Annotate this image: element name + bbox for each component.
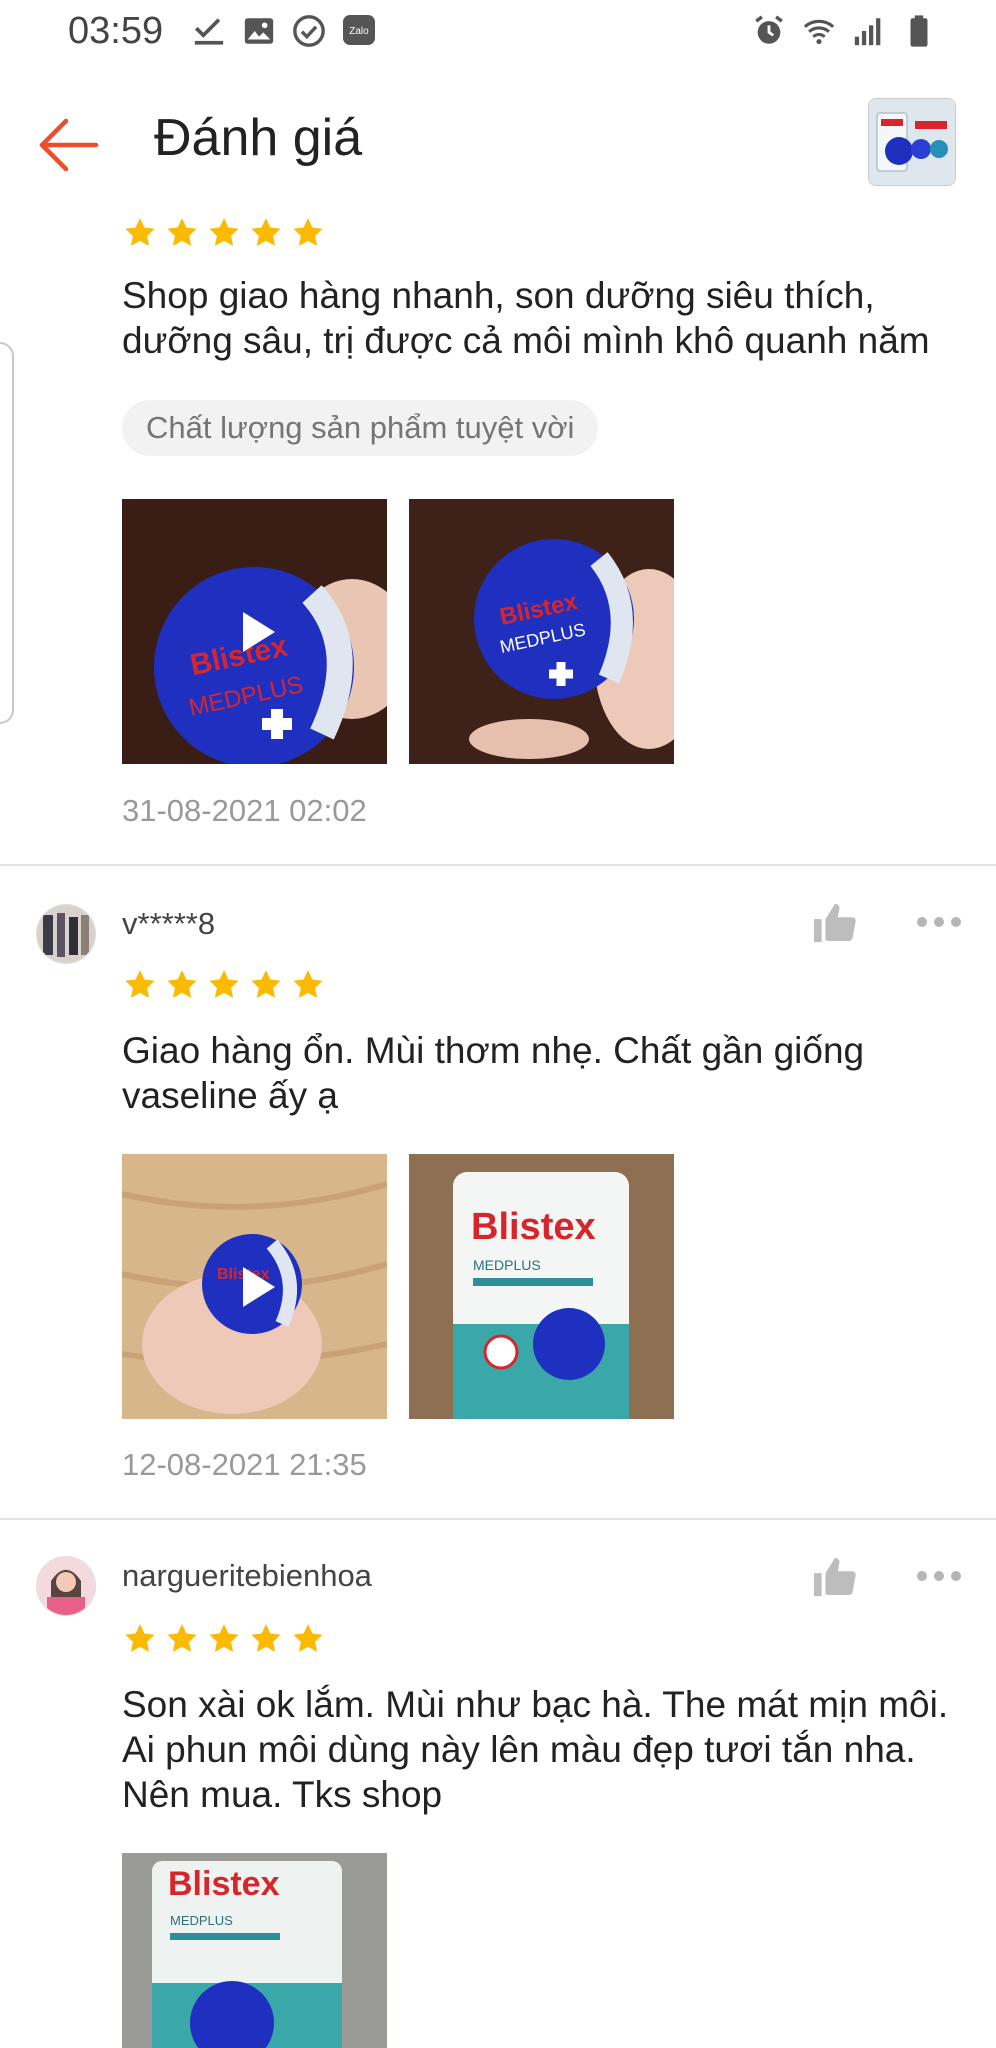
review-1-stars xyxy=(122,216,326,250)
check-circle-icon xyxy=(293,15,325,47)
top-app-bar: Đánh giá xyxy=(0,70,996,220)
avatar[interactable] xyxy=(36,1556,96,1616)
star-icon xyxy=(164,968,200,1002)
side-panel-handle[interactable] xyxy=(0,342,14,724)
svg-text:MEDPLUS: MEDPLUS xyxy=(473,1257,541,1273)
zalo-icon: Zalo xyxy=(343,15,375,45)
back-arrow-icon[interactable] xyxy=(36,115,100,175)
review-3-text: Son xài ok lắm. Mùi như bạc hà. The mát … xyxy=(122,1684,949,1815)
star-icon xyxy=(248,216,284,250)
photo-thumbnail: Blistex MEDPLUS xyxy=(122,1853,387,2048)
review-3-photo[interactable]: Blistex MEDPLUS xyxy=(122,1853,387,2048)
svg-text:Blistex: Blistex xyxy=(471,1206,596,1248)
avatar-image xyxy=(37,905,95,963)
like-icon[interactable] xyxy=(812,1556,858,1598)
star-icon xyxy=(290,1622,326,1656)
like-icon[interactable] xyxy=(812,902,858,944)
star-icon xyxy=(122,968,158,1002)
star-icon xyxy=(290,216,326,250)
more-options-icon[interactable] xyxy=(914,912,964,932)
review-2-date: 12-08-2021 21:35 xyxy=(122,1447,367,1482)
battery-icon xyxy=(910,15,928,47)
star-icon xyxy=(122,1622,158,1656)
review-divider xyxy=(0,1518,996,1520)
wifi-icon xyxy=(803,19,835,45)
review-3-username: nargueritebienhoa xyxy=(122,1558,372,1593)
status-time: 03:59 xyxy=(68,10,164,52)
review-1-video[interactable]: Blistex MEDPLUS xyxy=(122,499,387,764)
product-image xyxy=(869,99,955,185)
zalo-label: Zalo xyxy=(349,26,369,37)
review-2-stars xyxy=(122,968,326,1002)
star-icon xyxy=(206,1622,242,1656)
review-2-username: v*****8 xyxy=(122,906,216,941)
review-2-photo[interactable]: Blistex MEDPLUS xyxy=(409,1154,674,1419)
review-1-photo[interactable]: Blistex MEDPLUS xyxy=(409,499,674,764)
page-title: Đánh giá xyxy=(154,109,363,167)
star-icon xyxy=(248,1622,284,1656)
star-icon xyxy=(206,968,242,1002)
star-icon xyxy=(164,1622,200,1656)
gallery-icon xyxy=(244,18,274,44)
svg-text:MEDPLUS: MEDPLUS xyxy=(170,1913,233,1928)
product-thumbnail[interactable] xyxy=(868,98,956,186)
status-bar: 03:59 Zalo xyxy=(0,0,996,70)
review-divider xyxy=(0,864,996,866)
review-2-video[interactable]: Blistex xyxy=(122,1154,387,1419)
photo-thumbnail: Blistex MEDPLUS xyxy=(409,499,674,764)
play-icon[interactable] xyxy=(225,1257,285,1317)
review-3-stars xyxy=(122,1622,326,1656)
review-2-text: Giao hàng ổn. Mùi thơm nhẹ. Chất gần giố… xyxy=(122,1030,865,1116)
review-1-text: Shop giao hàng nhanh, son dưỡng siêu thí… xyxy=(122,275,930,361)
signal-icon xyxy=(854,18,881,46)
star-icon xyxy=(290,968,326,1002)
avatar-image xyxy=(37,1557,95,1615)
download-done-icon xyxy=(194,18,224,45)
photo-thumbnail: Blistex MEDPLUS xyxy=(409,1154,674,1419)
avatar[interactable] xyxy=(36,904,96,964)
more-options-icon[interactable] xyxy=(914,1566,964,1586)
star-icon xyxy=(248,968,284,1002)
play-icon[interactable] xyxy=(225,602,285,662)
review-1-tag: Chất lượng sản phẩm tuyệt vời xyxy=(122,400,599,456)
alarm-icon xyxy=(755,15,783,44)
star-icon xyxy=(206,216,242,250)
svg-text:Blistex: Blistex xyxy=(168,1865,280,1903)
star-icon xyxy=(122,216,158,250)
star-icon xyxy=(164,216,200,250)
review-1-date: 31-08-2021 02:02 xyxy=(122,793,367,828)
